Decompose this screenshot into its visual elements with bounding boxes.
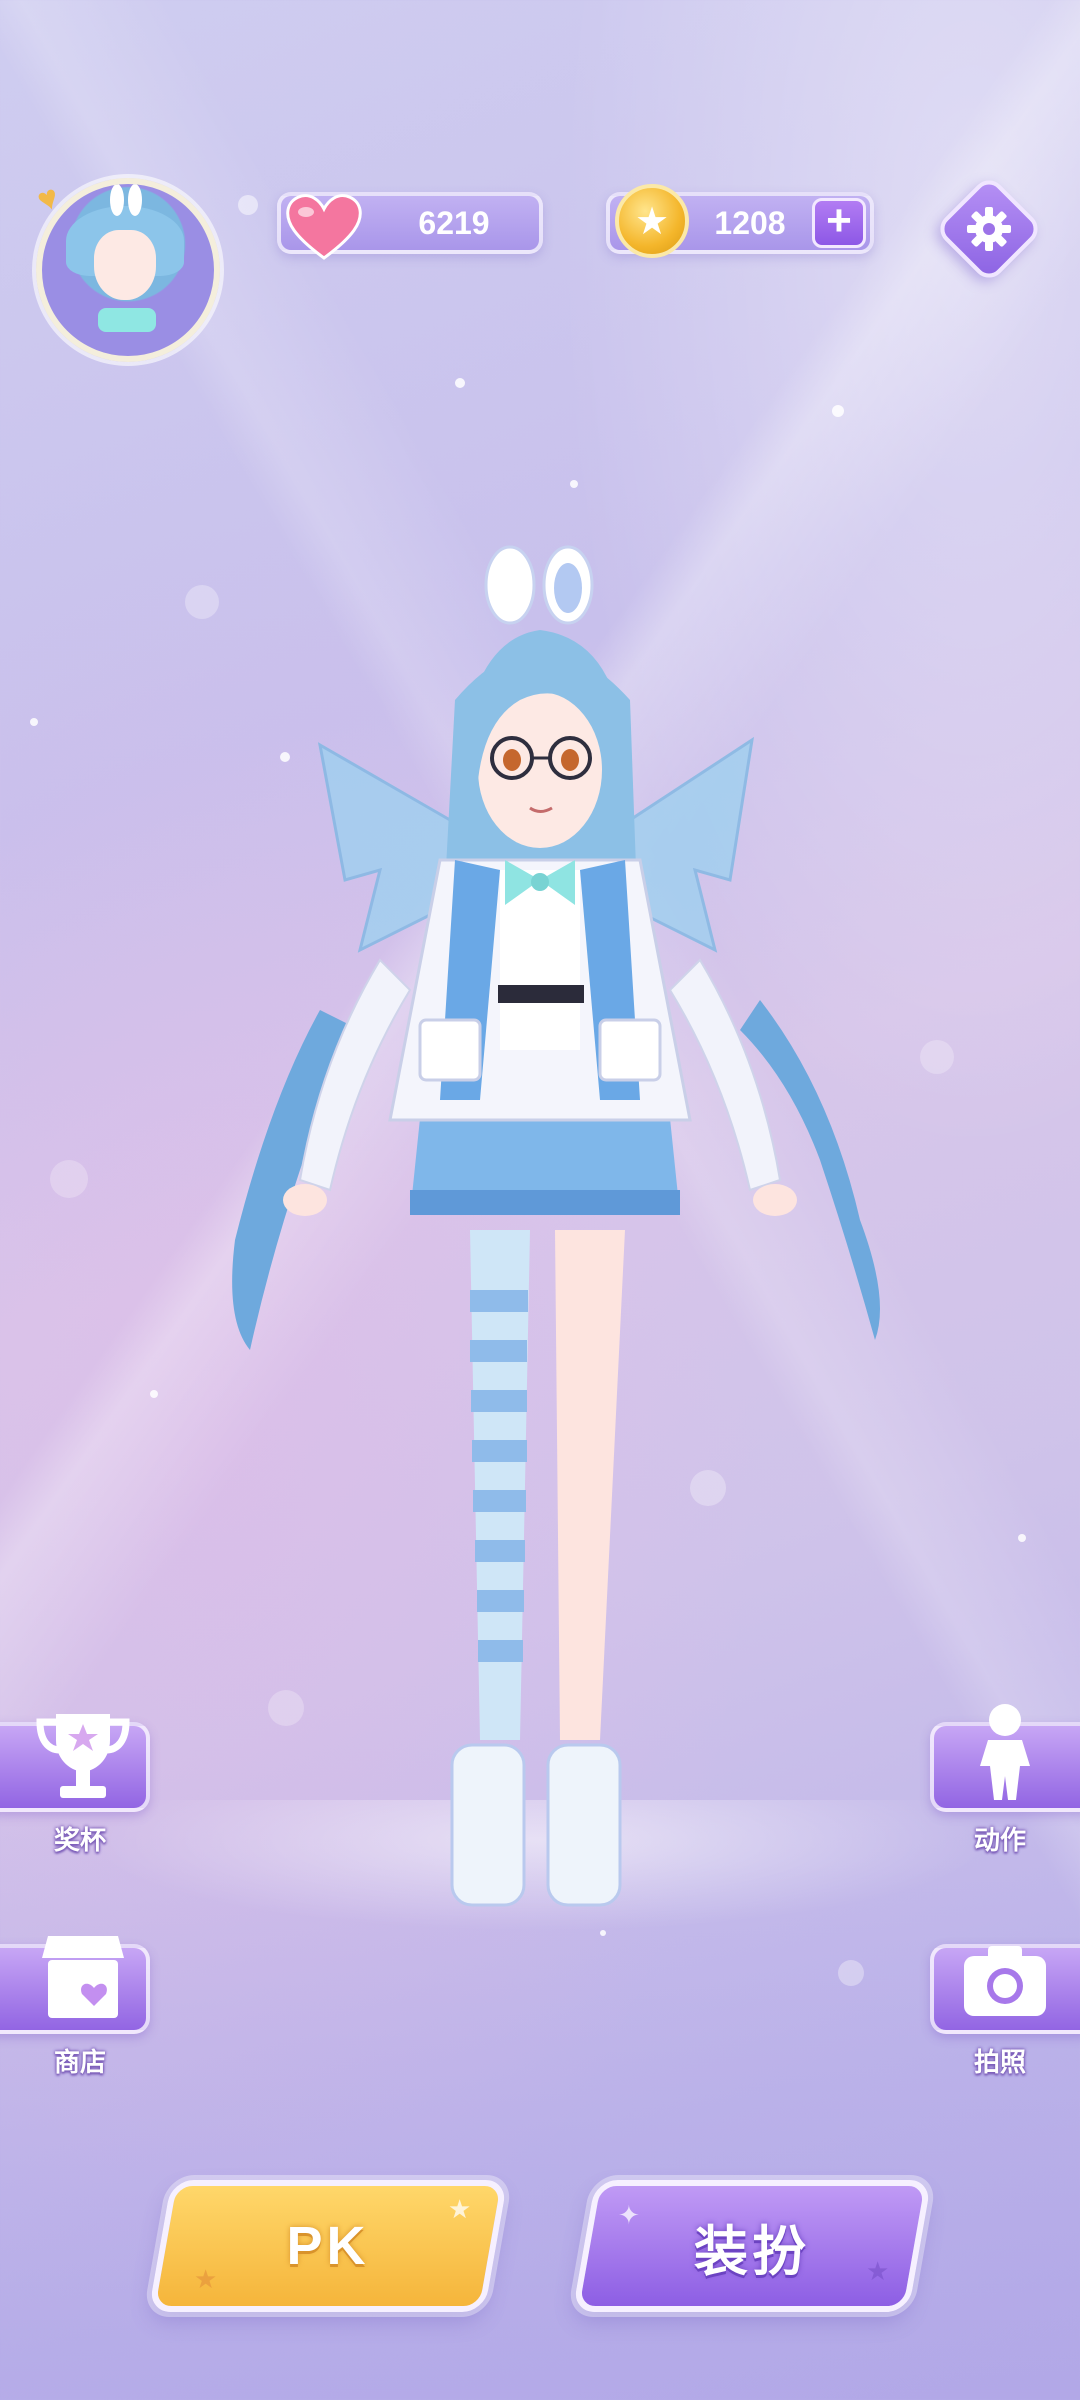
action-label: 动作 [973,1825,1026,1855]
gear-icon [967,207,1011,251]
braid-right [740,1000,880,1340]
player-avatar[interactable] [36,178,220,362]
right-wing [613,736,755,953]
sparkle [1018,1534,1026,1542]
sparkle [600,1930,606,1936]
pk-button[interactable]: ★ ★ PK [148,2180,508,2312]
hearts-value: 6219 [418,204,490,241]
sparkle [690,1470,726,1506]
leg-left [470,1230,530,1740]
avatar-face [94,230,156,300]
photo-label: 拍照 [973,2047,1026,2077]
dress-up-label: 装扮 [694,2221,810,2282]
coin-icon: ★ [615,184,689,258]
shoe-left [450,1743,526,1907]
coins-value: 1208 [714,204,786,241]
bunny-ear-left [484,545,536,625]
face [478,692,602,848]
sparkle [455,378,465,388]
background-sheen [0,0,1080,2400]
pk-label: PK [286,2216,370,2276]
hair-front [460,630,625,780]
sparkle [570,480,578,488]
shop-button[interactable] [0,1936,170,2038]
skirt [410,1070,680,1215]
trophy-label: 奖杯 [53,1825,106,1855]
dress-up-button[interactable]: ✦ ★ 装扮 [572,2180,932,2312]
heart-icon [286,194,362,260]
sparkle [832,405,844,417]
sparkle [185,585,219,619]
neck-bow [505,860,575,905]
sparkle [268,1690,304,1726]
figure-icon [980,1704,1030,1800]
shoe-right [546,1743,622,1907]
avatar-bow [98,308,156,332]
sparkle [150,1390,158,1398]
trophy-button[interactable] [0,1714,170,1816]
camera-icon [964,1946,1046,2016]
jacket [388,858,692,1122]
add-coins-button[interactable]: + [812,198,866,248]
shop-icon [42,1936,124,2018]
sparkle [30,718,38,726]
left-wing [317,742,462,953]
sparkle [280,752,290,762]
action-button[interactable] [910,1704,1080,1816]
sparkle [50,1160,88,1198]
braid-left [232,1010,360,1350]
trophy-icon [36,1714,130,1798]
plus-icon: + [826,196,852,245]
arm-left [298,958,412,1192]
leg-right [555,1230,625,1740]
shop-label: 商店 [53,2047,106,2077]
photo-button[interactable] [910,1944,1080,2038]
sparkle [920,1040,954,1074]
hair-back [440,650,640,1020]
sock-stripes [470,1290,528,1662]
character-figure [232,545,880,1907]
arm-right [668,958,782,1192]
avatar-bunny-ears [106,184,146,218]
heart-decoration-icon: ♥ [32,177,65,221]
bunny-ear-right [542,545,594,625]
sparkle [238,195,258,215]
settings-button[interactable] [933,173,1045,285]
sparkle [838,1960,864,1986]
